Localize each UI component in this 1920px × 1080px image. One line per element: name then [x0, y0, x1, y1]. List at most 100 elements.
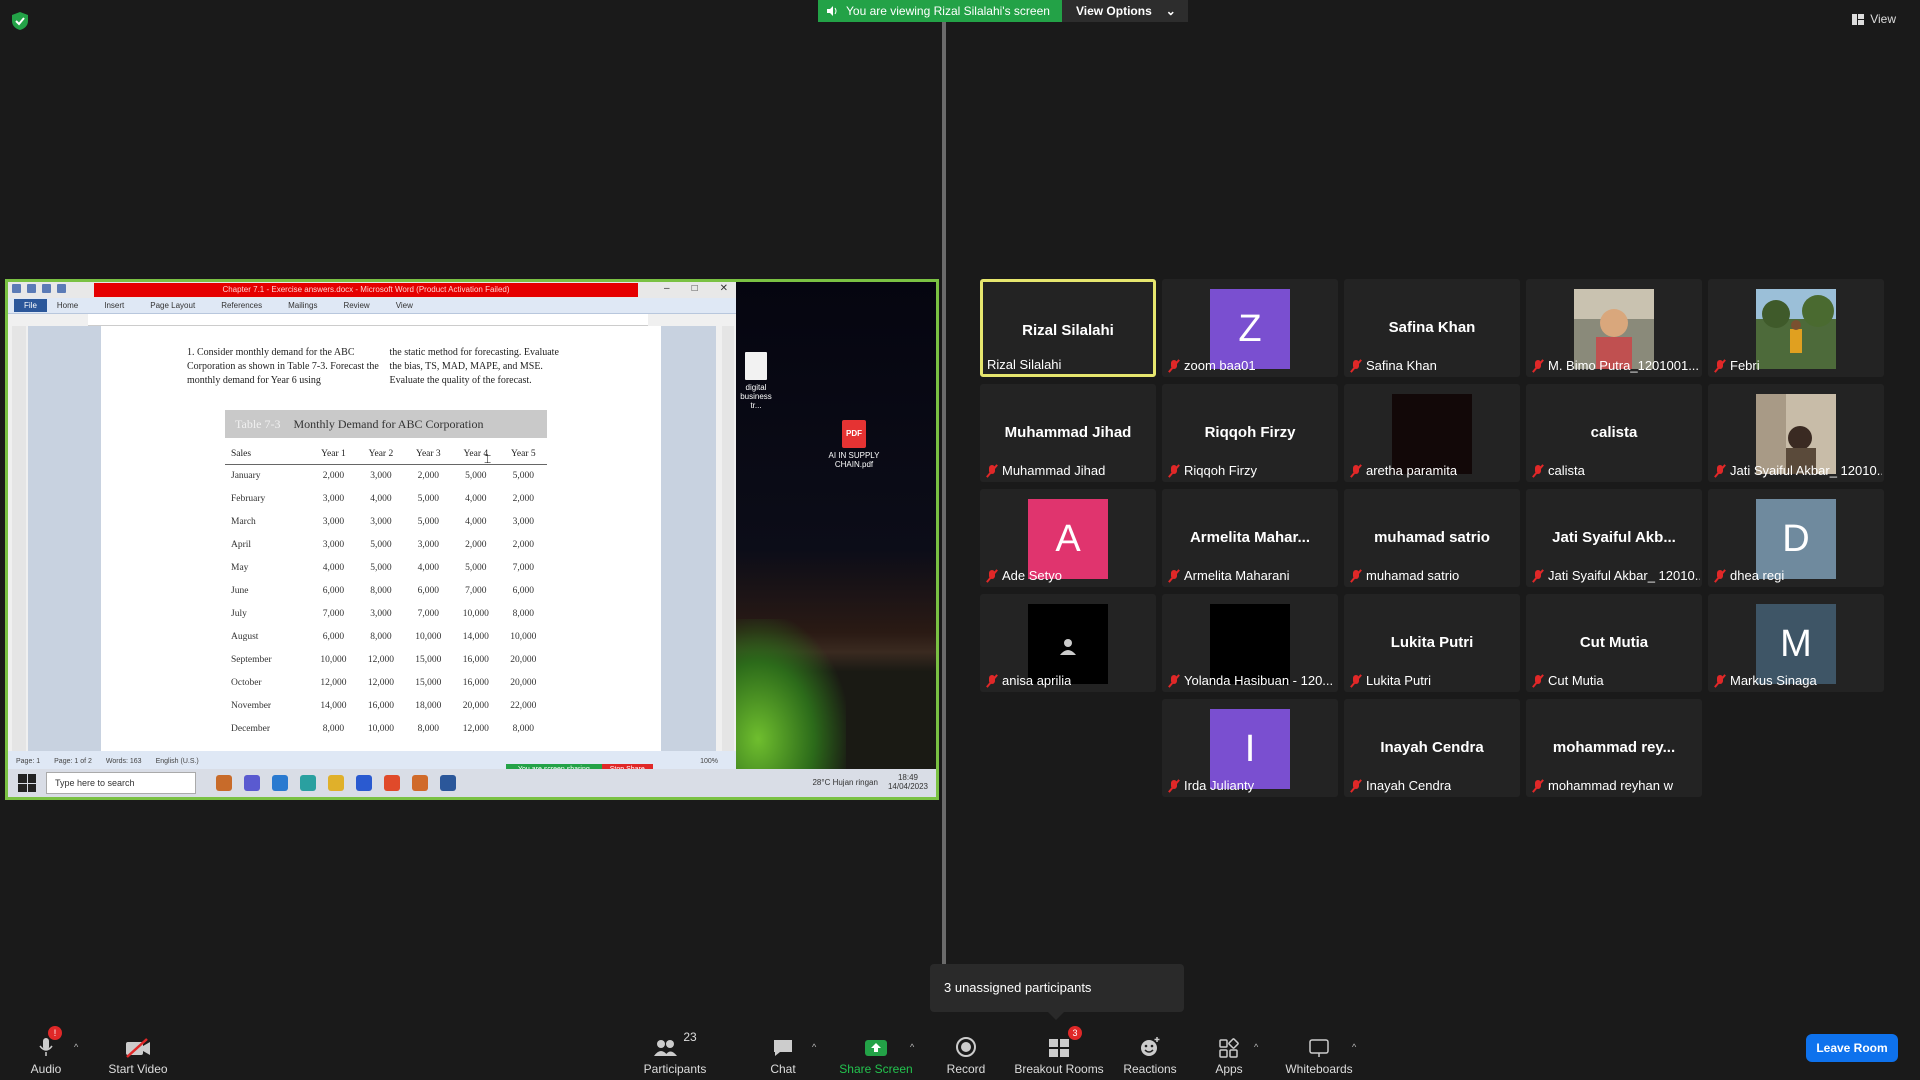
demand-table: Sales Year 1 Year 2 Year 3 Year 4 Year 5…: [225, 444, 547, 741]
clock-date: 14/04/2023: [887, 782, 928, 791]
chat-button[interactable]: Chat: [763, 1030, 803, 1076]
desktop-file-label: digital business tr...: [740, 383, 772, 410]
participant-tile[interactable]: Ddhea regi: [1708, 489, 1884, 587]
record-button[interactable]: Record: [940, 1030, 992, 1076]
view-options-button[interactable]: View Options ⌄: [1061, 0, 1188, 22]
participant-tile[interactable]: aretha paramita: [1344, 384, 1520, 482]
chrome-icon[interactable]: [384, 775, 400, 791]
close-icon[interactable]: ✕: [720, 283, 728, 294]
table-cell: 16,000: [462, 678, 489, 688]
unassigned-participants-popup[interactable]: 3 unassigned participants: [930, 964, 1184, 1020]
table-cell: 7,000: [465, 586, 487, 596]
share-caret-icon[interactable]: ^: [910, 1042, 914, 1052]
save-icon[interactable]: [27, 284, 36, 293]
undo-icon[interactable]: [42, 284, 51, 293]
shield-icon[interactable]: [12, 12, 28, 30]
apps-icon: [1219, 1038, 1239, 1058]
participant-tile[interactable]: mohammad rey... mohammad reyhan w: [1526, 699, 1702, 797]
participant-tile[interactable]: M. Bimo Putra_1201001...: [1526, 279, 1702, 377]
audio-button[interactable]: ! Audio: [24, 1026, 68, 1076]
mic-muted-icon: [1532, 569, 1544, 582]
table-cell: July: [231, 609, 247, 619]
participant-name-label: Riqqoh Firzy: [1168, 463, 1257, 478]
participant-tile[interactable]: anisa aprilia: [980, 594, 1156, 692]
participant-tile[interactable]: Febri: [1708, 279, 1884, 377]
ribbon-tab-page-layout[interactable]: Page Layout: [150, 301, 195, 310]
participant-tile[interactable]: Safina Khan Safina Khan: [1344, 279, 1520, 377]
chat-caret-icon[interactable]: ^: [812, 1042, 816, 1052]
share-screen-button[interactable]: Share Screen: [838, 1030, 914, 1076]
participant-tile[interactable]: muhamad satrio muhamad satrio: [1344, 489, 1520, 587]
participant-name-label: dhea regi: [1714, 568, 1784, 583]
participant-tile[interactable]: Zzoom baa01: [1162, 279, 1338, 377]
word-window[interactable]: Chapter 7.1 - Exercise answers.docx - Mi…: [8, 282, 736, 772]
reactions-button[interactable]: Reactions: [1120, 1030, 1180, 1076]
participant-tile[interactable]: Inayah Cendra Inayah Cendra: [1344, 699, 1520, 797]
status-zoom[interactable]: 100%: [700, 758, 718, 765]
participants-button[interactable]: 23 Participants: [640, 1030, 710, 1076]
folder-icon[interactable]: [328, 775, 344, 791]
whiteboards-button[interactable]: Whiteboards: [1284, 1030, 1354, 1076]
start-video-button[interactable]: Start Video: [104, 1030, 172, 1076]
view-button[interactable]: View: [1852, 12, 1896, 26]
ribbon-tab-mailings[interactable]: Mailings: [288, 301, 317, 310]
windows-start-icon[interactable]: [18, 774, 36, 792]
taskbar-app-icon[interactable]: [244, 775, 260, 791]
ribbon-tab-insert[interactable]: Insert: [104, 301, 124, 310]
ribbon-tab-review[interactable]: Review: [343, 301, 369, 310]
powerpoint-icon[interactable]: [412, 775, 428, 791]
ribbon-tab-references[interactable]: References: [221, 301, 262, 310]
person-icon: [1060, 639, 1076, 655]
participant-tile[interactable]: A Ade Setyo: [980, 489, 1156, 587]
maximize-icon[interactable]: □: [692, 283, 698, 294]
participant-tile[interactable]: Muhammad Jihad Muhammad Jihad: [980, 384, 1156, 482]
participant-tile[interactable]: calista calista: [1526, 384, 1702, 482]
participant-tile[interactable]: Jati Syaiful Akb... Jati Syaiful Akbar_ 1…: [1526, 489, 1702, 587]
desktop-file-pdf[interactable]: PDF AI IN SUPPLY CHAIN.pdf: [824, 420, 884, 469]
minimize-icon[interactable]: –: [664, 283, 670, 294]
split-divider[interactable]: [942, 22, 946, 964]
shared-screen[interactable]: digital business tr... PDF AI IN SUPPLY …: [5, 279, 939, 800]
participants-icon: [654, 1040, 678, 1056]
vertical-scrollbar[interactable]: [722, 326, 734, 751]
participant-tile[interactable]: Riqqoh Firzy Riqqoh Firzy: [1162, 384, 1338, 482]
mic-muted-icon: [1350, 464, 1362, 477]
table-cell: 15,000: [415, 655, 442, 665]
redo-icon[interactable]: [57, 284, 66, 293]
participant-name-label: zoom baa01: [1168, 358, 1256, 373]
ribbon-tab-file[interactable]: File: [14, 299, 47, 312]
mouse-cursor: ⌶: [484, 452, 492, 466]
table-cell: 12,000: [367, 655, 394, 665]
participant-video: [1392, 394, 1472, 474]
table-cell: 5,000: [370, 540, 392, 550]
document-canvas[interactable]: 1. Consider monthly demand for the ABC C…: [28, 326, 716, 751]
mail-icon[interactable]: [272, 775, 288, 791]
table-row: April 3,000 5,000 3,000 2,000 2,000: [225, 534, 547, 557]
edge-icon[interactable]: [300, 775, 316, 791]
word-app-icon[interactable]: [440, 775, 456, 791]
participant-name-label: Irda Julianty: [1168, 778, 1254, 793]
mic-muted-icon: [1532, 779, 1544, 792]
participant-tile[interactable]: Armelita Mahar... Armelita Maharani: [1162, 489, 1338, 587]
participant-tile[interactable]: Cut Mutia Cut Mutia: [1526, 594, 1702, 692]
participant-tile[interactable]: Jati Syaiful Akbar_ 12010...: [1708, 384, 1884, 482]
whiteboards-caret-icon[interactable]: ^: [1352, 1042, 1356, 1052]
table-cell: 8,000: [417, 724, 440, 734]
ribbon-tab-view[interactable]: View: [396, 301, 413, 310]
participant-tile[interactable]: Lukita Putri Lukita Putri: [1344, 594, 1520, 692]
audio-caret-icon[interactable]: ^: [74, 1042, 78, 1052]
ribbon-tab-home[interactable]: Home: [57, 301, 78, 310]
apps-button[interactable]: Apps: [1212, 1030, 1246, 1076]
apps-caret-icon[interactable]: ^: [1254, 1042, 1258, 1052]
table-number: Table 7-3: [235, 417, 281, 431]
taskbar-app-icon[interactable]: [216, 775, 232, 791]
taskbar-search[interactable]: Type here to search: [46, 772, 196, 794]
desktop-file-docx[interactable]: digital business tr...: [736, 352, 776, 410]
leave-room-button[interactable]: Leave Room: [1806, 1034, 1898, 1062]
participant-tile[interactable]: M Markus Sinaga: [1708, 594, 1884, 692]
participant-tile[interactable]: Rizal Silalahi Rizal Silalahi: [980, 279, 1156, 377]
participant-tile[interactable]: I Irda Julianty: [1162, 699, 1338, 797]
zoom-app-icon[interactable]: [356, 775, 372, 791]
breakout-rooms-button[interactable]: 3 Breakout Rooms: [1014, 1026, 1104, 1076]
participant-tile[interactable]: Yolanda Hasibuan - 120...: [1162, 594, 1338, 692]
